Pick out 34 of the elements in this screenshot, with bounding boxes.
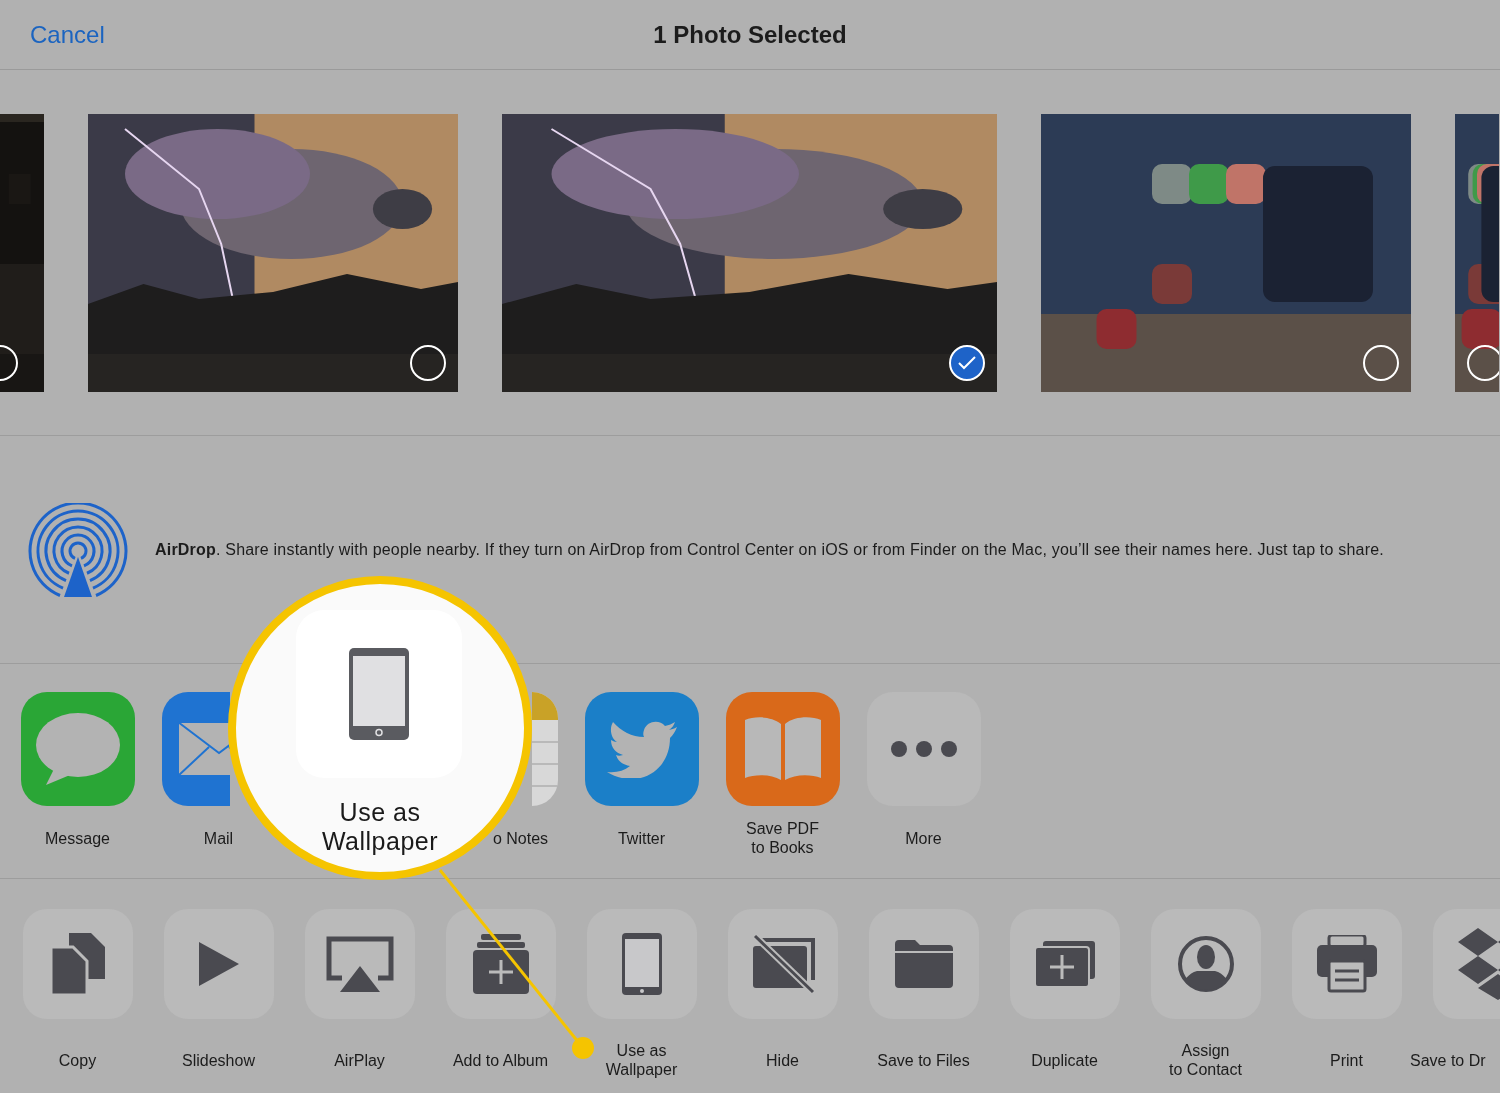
action-label: Hide [766, 1050, 799, 1071]
play-icon[interactable] [163, 909, 274, 1019]
more-icon[interactable] [866, 692, 981, 806]
printer-icon[interactable] [1291, 909, 1402, 1019]
cancel-button[interactable]: Cancel [30, 16, 105, 53]
tablet-icon [349, 648, 409, 740]
app-label: Twitter [617, 828, 666, 849]
airplay-icon[interactable] [304, 909, 415, 1019]
airdrop-description: AirDrop. Share instantly with people nearby. If they turn on AirDrop from Control Center on iOS or from Finder on the Mac, you’ll see their names here. Just tap to share. [155, 539, 1384, 560]
action-label: Slideshow [182, 1050, 255, 1071]
action-label: Duplicate [1031, 1050, 1098, 1071]
person-icon[interactable] [1150, 909, 1261, 1019]
header-title: 1 Photo Selected [653, 19, 847, 50]
action-label: Add to Album [452, 1050, 549, 1071]
app-label: More [905, 828, 942, 849]
hidden-picture-icon[interactable] [727, 909, 838, 1019]
folder-icon[interactable] [868, 909, 979, 1019]
action-label: Save to Files [877, 1050, 970, 1071]
action-label: Copy [58, 1050, 97, 1071]
tablet-icon[interactable] [586, 909, 697, 1019]
action-label: Assign to Contact [1169, 1041, 1242, 1080]
album-add-icon[interactable] [445, 909, 556, 1019]
app-label: o Notes [491, 828, 549, 849]
duplicate-icon[interactable] [1009, 909, 1120, 1019]
app-label: Save PDF to Books [746, 819, 819, 858]
action-label: Save to Dr [1410, 1050, 1486, 1071]
callout-label: Use as Wallpaper [321, 798, 439, 856]
app-label: Message [45, 828, 110, 849]
action-label: AirPlay [334, 1050, 385, 1071]
airdrop-icon [28, 502, 128, 597]
action-label: Use as Wallpaper [605, 1041, 678, 1080]
action-label: Print [1330, 1050, 1363, 1071]
app-label: Mail [203, 828, 234, 849]
documents-icon[interactable] [22, 909, 133, 1019]
